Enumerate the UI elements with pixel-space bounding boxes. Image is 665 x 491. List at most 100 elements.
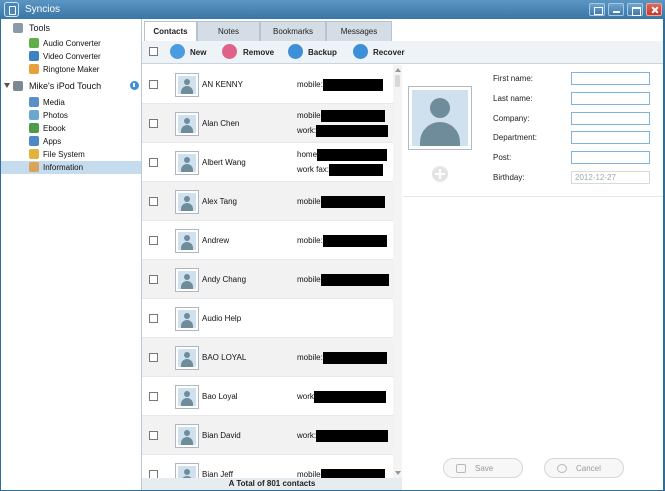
cancel-button[interactable]: Cancel <box>544 458 624 478</box>
recover-button[interactable]: Recover <box>353 43 405 61</box>
ipod-icon <box>13 81 23 91</box>
birthday-label: Birthday: <box>493 173 525 182</box>
contact-row[interactable]: BAO LOYAL mobile: <box>142 338 393 377</box>
redacted-number <box>322 352 387 364</box>
add-photo-icon[interactable] <box>432 166 448 182</box>
row-checkbox[interactable] <box>149 275 158 284</box>
contact-row[interactable]: Alex Tang mobile <box>142 182 393 221</box>
row-checkbox[interactable] <box>149 470 158 478</box>
sidebar-item-label: Media <box>43 98 65 107</box>
row-checkbox[interactable] <box>149 236 158 245</box>
device-info-icon[interactable] <box>130 81 139 90</box>
first-name-field[interactable] <box>571 72 650 85</box>
sidebar-header-label: Tools <box>29 23 51 33</box>
contact-name: Bian Jeff <box>202 470 233 478</box>
sidebar-item-audio-converter[interactable]: Audio Converter <box>1 37 141 50</box>
maximize-button[interactable] <box>627 3 643 16</box>
contact-row[interactable]: AN KENNY mobile: <box>142 65 393 104</box>
contact-row[interactable]: Bian Jeff mobile <box>142 455 393 478</box>
contact-phone: mobile: <box>297 79 383 91</box>
contact-avatar-icon <box>175 112 199 136</box>
row-checkbox[interactable] <box>149 119 158 128</box>
contact-phone: mobile <box>297 274 389 286</box>
tab-contacts[interactable]: Contacts <box>144 21 197 41</box>
scroll-up-icon[interactable] <box>395 68 401 72</box>
app-logo-icon <box>4 2 19 17</box>
phone-label: work: <box>297 126 317 136</box>
phone-label: mobile <box>297 275 321 285</box>
media-icon <box>29 97 39 107</box>
department-field[interactable] <box>571 131 650 144</box>
contact-row[interactable]: Bao Loyal work <box>142 377 393 416</box>
menu-button[interactable] <box>589 3 605 16</box>
redacted-number <box>316 430 389 442</box>
tab-bookmarks[interactable]: Bookmarks <box>260 21 326 41</box>
redacted-number <box>313 391 386 403</box>
tab-messages[interactable]: Messages <box>326 21 392 41</box>
post-field[interactable] <box>571 151 650 164</box>
scroll-thumb[interactable] <box>395 75 400 87</box>
sidebar-tools-header[interactable]: Tools <box>1 22 141 35</box>
row-checkbox[interactable] <box>149 197 158 206</box>
phone-label: work fax: <box>297 165 330 175</box>
close-button[interactable] <box>646 3 662 16</box>
row-checkbox[interactable] <box>149 158 158 167</box>
sidebar-item-media[interactable]: Media <box>1 96 141 109</box>
minimize-button[interactable] <box>608 3 624 16</box>
ringtone-maker-icon <box>29 64 39 74</box>
contact-row[interactable]: Bian David work: <box>142 416 393 455</box>
contact-name: Andrew <box>202 236 230 245</box>
sidebar-item-ebook[interactable]: Ebook <box>1 122 141 135</box>
save-label: Save <box>475 464 494 473</box>
row-checkbox[interactable] <box>149 431 158 440</box>
select-all-checkbox[interactable] <box>149 47 158 56</box>
phone-label: work: <box>297 431 317 441</box>
birthday-field[interactable] <box>571 171 650 184</box>
contact-row[interactable]: Andrew mobile: <box>142 221 393 260</box>
contact-row[interactable]: Albert Wang home work fax: <box>142 143 393 182</box>
contact-phone: mobile: <box>297 352 387 364</box>
new-label: New <box>190 48 207 57</box>
save-button[interactable]: Save <box>443 458 523 478</box>
redacted-number <box>317 149 388 161</box>
row-checkbox[interactable] <box>149 392 158 401</box>
contact-avatar-icon <box>175 268 199 292</box>
collapse-arrow-icon[interactable] <box>4 83 10 88</box>
backup-button[interactable]: Backup <box>288 43 337 61</box>
contact-row[interactable]: Alan Chen mobile work: <box>142 104 393 143</box>
phone-label: work <box>297 392 314 402</box>
contact-photo <box>408 86 472 150</box>
remove-button[interactable]: Remove <box>222 43 274 61</box>
sidebar-device-header[interactable]: Mike's iPod Touch <box>1 80 141 93</box>
redacted-number <box>320 196 385 208</box>
row-checkbox[interactable] <box>149 353 158 362</box>
row-checkbox[interactable] <box>149 80 158 89</box>
new-button[interactable]: New <box>170 43 210 61</box>
sidebar-item-photos[interactable]: Photos <box>1 109 141 122</box>
sidebar-item-file-system[interactable]: File System <box>1 148 141 161</box>
tab-notes[interactable]: Notes <box>197 21 260 41</box>
list-scrollbar[interactable] <box>393 65 402 478</box>
post-label: Post: <box>493 153 512 162</box>
scroll-down-icon[interactable] <box>395 471 401 475</box>
contact-avatar-icon <box>175 151 199 175</box>
sidebar-item-video-converter[interactable]: Video Converter <box>1 50 141 63</box>
contact-phone: work fax: <box>297 164 384 176</box>
sidebar-item-label: Ebook <box>43 124 66 133</box>
menu-icon <box>590 4 604 15</box>
sidebar: Tools Audio Converter Video Converter Ri… <box>1 19 142 490</box>
contact-name: Alan Chen <box>202 119 240 128</box>
row-checkbox[interactable] <box>149 314 158 323</box>
ebook-icon <box>29 123 39 133</box>
sidebar-item-ringtone-maker[interactable]: Ringtone Maker <box>1 63 141 76</box>
contact-row[interactable]: Audio Help <box>142 299 393 338</box>
backup-label: Backup <box>308 48 337 57</box>
last-name-field[interactable] <box>571 92 650 105</box>
phone-label: mobile <box>297 111 321 121</box>
sidebar-item-apps[interactable]: Apps <box>1 135 141 148</box>
company-field[interactable] <box>571 112 650 125</box>
contact-phone: work: <box>297 125 389 137</box>
sidebar-item-information[interactable]: Information <box>1 161 141 174</box>
contact-row[interactable]: Andy Chang mobile <box>142 260 393 299</box>
apps-icon <box>29 136 39 146</box>
